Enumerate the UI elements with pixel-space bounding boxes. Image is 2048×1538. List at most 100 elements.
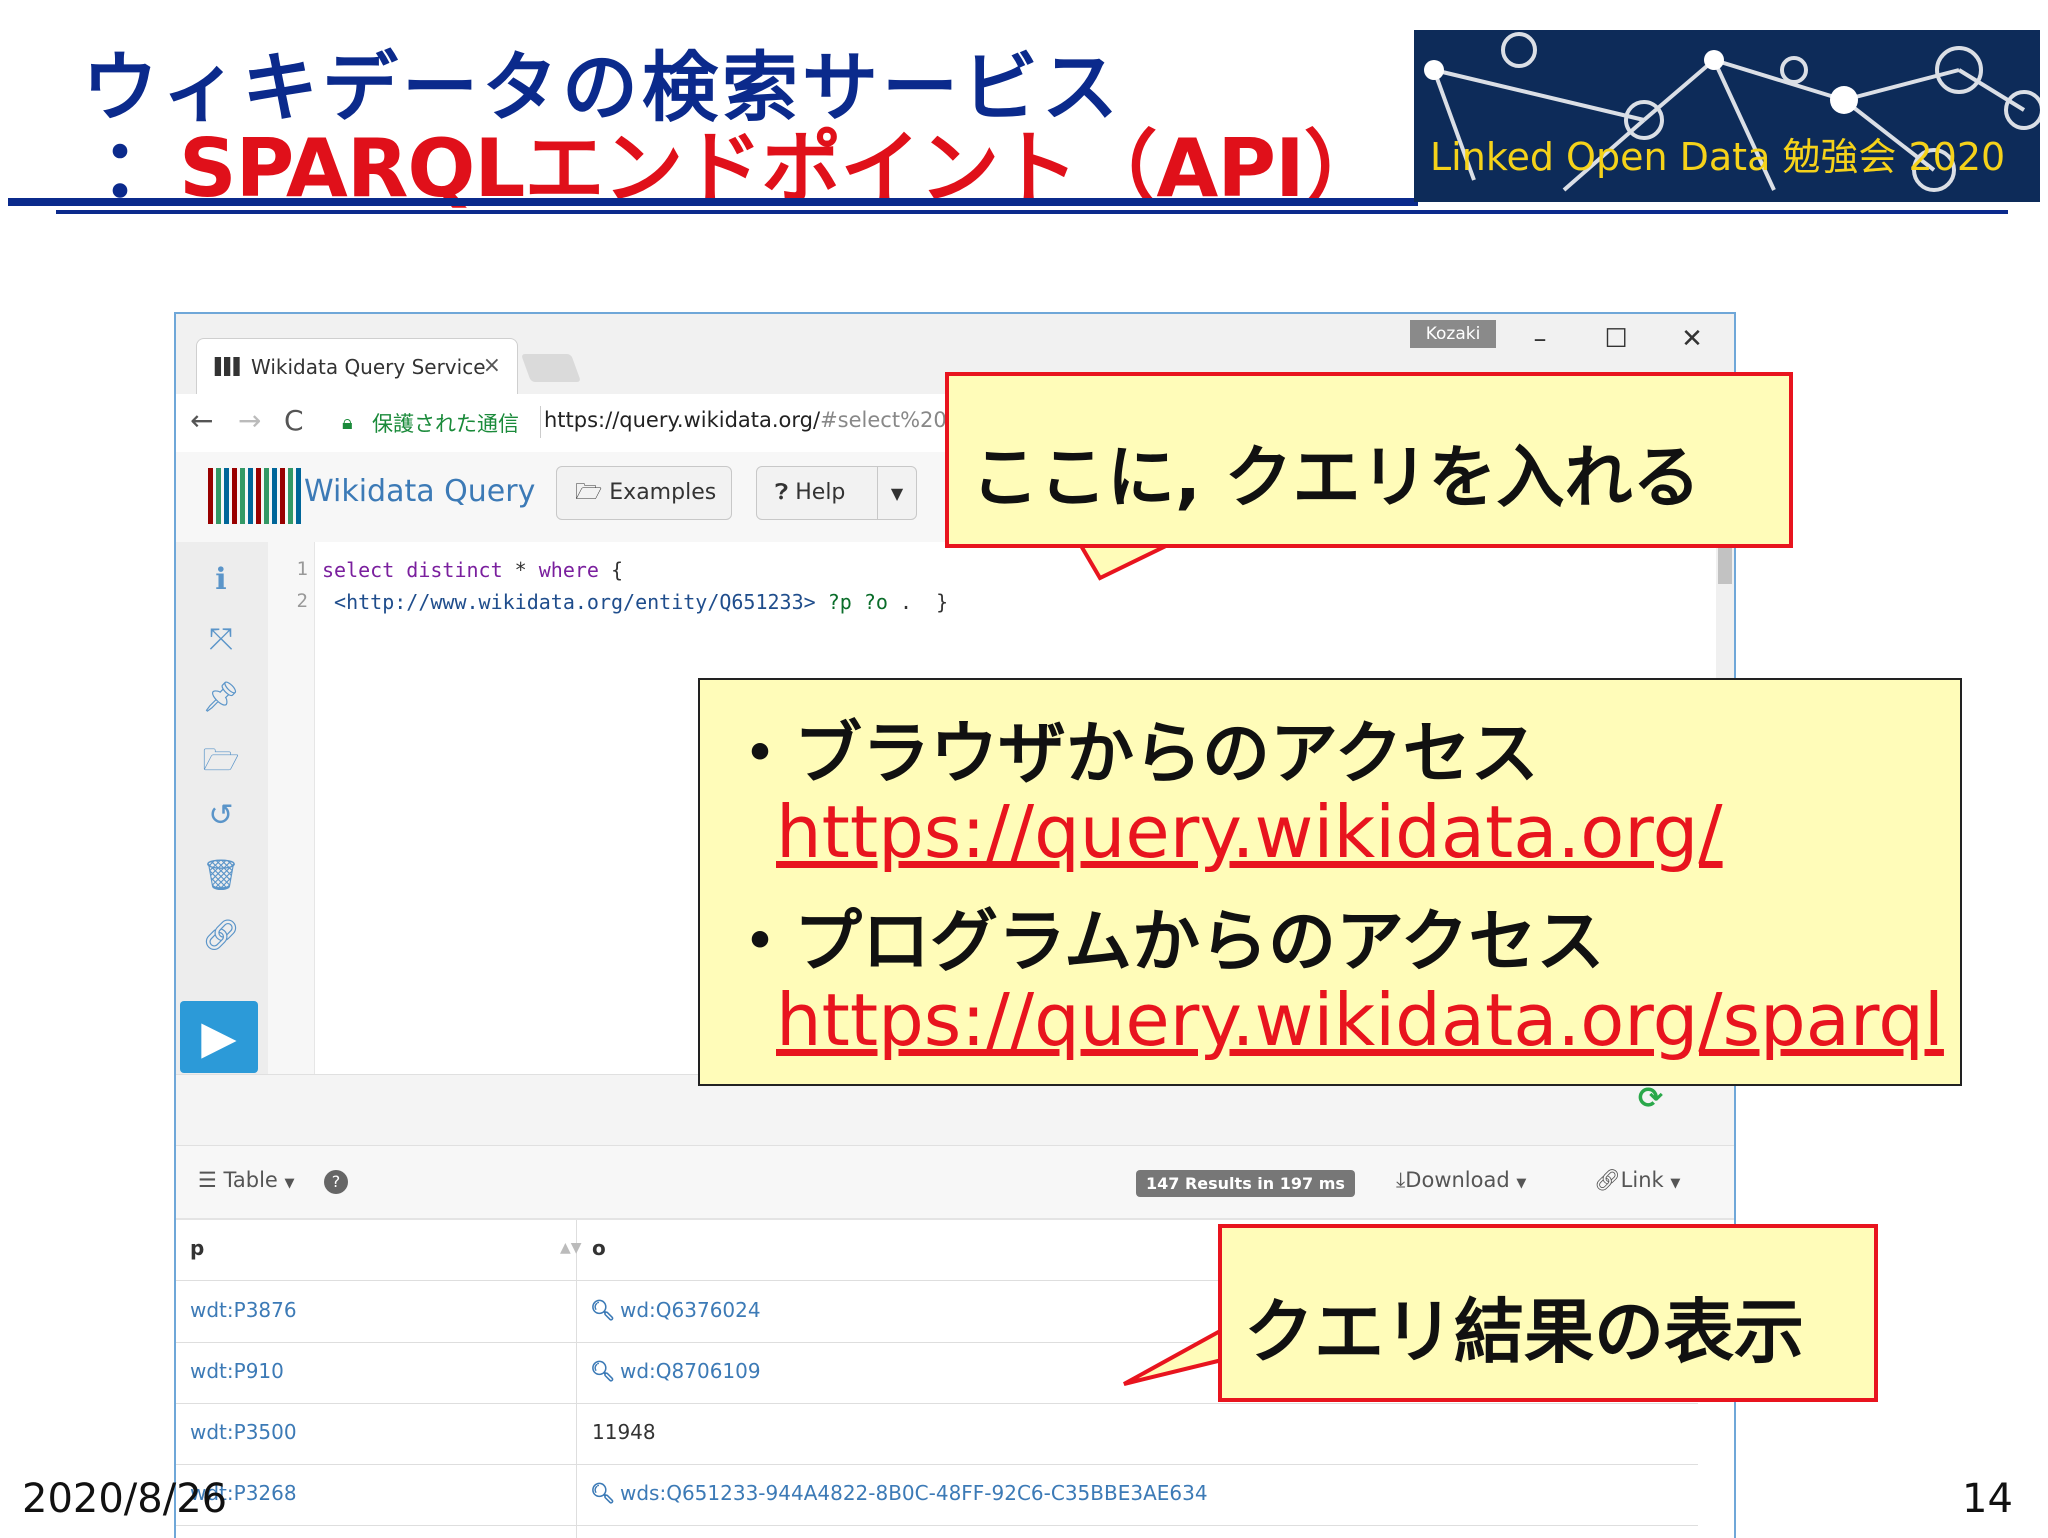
secure-connection-label[interactable]: 保護された通信 [372, 408, 519, 438]
cell-o[interactable]: wd:Q8706109 [620, 1359, 761, 1383]
keyword-select-distinct: select distinct [322, 558, 503, 582]
help-dropdown-toggle[interactable]: ▼ [877, 466, 917, 520]
cell-o[interactable]: wd:Q6376024 [620, 1298, 761, 1322]
new-tab-button[interactable] [520, 354, 582, 382]
logo-bar [256, 468, 261, 524]
sort-icon[interactable]: ▲▼ [560, 1240, 582, 1256]
examples-label: Examples [609, 480, 717, 505]
link-icon[interactable]: 🔗︎ [196, 918, 246, 953]
caret-down-icon: ▼ [284, 1176, 295, 1191]
download-dropdown[interactable]: ⤓Download ▼ [1396, 1168, 1526, 1193]
open-folder-icon[interactable]: 🗁︎ [196, 738, 246, 789]
link-dropdown[interactable]: 🔗︎Link ▼ [1594, 1168, 1680, 1193]
results-help-icon[interactable]: ? [324, 1170, 348, 1194]
logo-bar [208, 468, 213, 524]
help-button[interactable]: ❓︎ Help [756, 466, 878, 520]
cell-p[interactable]: wdt:P3500 [190, 1420, 297, 1444]
logo-bar [296, 468, 301, 524]
table-view-dropdown[interactable]: ☰ Table ▼ [198, 1168, 295, 1192]
folder-icon: 🗁︎ [575, 480, 603, 505]
logo-bar [240, 468, 245, 524]
slide-date: 2020/8/26 [22, 1476, 228, 1522]
line-number-gutter: 1 2 [268, 542, 315, 1074]
code-line-1: select distinct * where { [322, 558, 623, 582]
url-host: https://query.wikidata.org/ [544, 408, 821, 432]
column-header-o[interactable]: o [592, 1236, 606, 1260]
cell-p[interactable]: wdt:P910 [190, 1359, 284, 1383]
cell-o[interactable]: wds:Q651233-944A4822-8B0C-48FF-92C6-C35B… [620, 1481, 1208, 1505]
back-button[interactable]: ← [190, 404, 213, 437]
result-count-badge: 147 Results in 197 ms [1136, 1170, 1355, 1197]
code-brace: { [598, 558, 624, 582]
link-icon: 🔗︎ [1594, 1168, 1621, 1192]
url-field[interactable]: https://query.wikidata.org/#select%20d [544, 408, 960, 432]
info-icon[interactable]: ℹ [196, 562, 246, 597]
program-access-url[interactable]: https://query.wikidata.org/sparql [776, 978, 1944, 1062]
table-view-label: Table [223, 1168, 278, 1192]
code-iri: <http://www.wikidata.org/entity/Q651233> [322, 590, 816, 614]
close-window-button[interactable]: ✕ [1672, 324, 1712, 354]
tab-close-icon[interactable]: × [483, 353, 501, 378]
examples-button[interactable]: 🗁︎ Examples [556, 466, 732, 520]
help-label: Help [795, 480, 846, 505]
user-profile-badge[interactable]: Kozaki [1410, 320, 1496, 348]
minimize-button[interactable]: – [1520, 324, 1560, 354]
code-line-2: <http://www.wikidata.org/entity/Q651233>… [322, 590, 948, 614]
logo-bar [272, 468, 277, 524]
tab-title: Wikidata Query Service [251, 355, 486, 379]
scrollbar-thumb[interactable] [1718, 546, 1732, 584]
slide-page-number: 14 [1962, 1476, 2013, 1522]
callout-query-text: ここに, クエリを入れる [971, 439, 1701, 518]
callout-query-here: ここに, クエリを入れる [945, 372, 1793, 548]
banner-title: Linked Open Data 勉強会 2020 [1430, 135, 2006, 179]
program-access-heading: ・プログラムからのアクセス [726, 903, 1605, 982]
callout-results-display: クエリ結果の表示 [1218, 1224, 1878, 1402]
question-circle-icon: ❓︎ [775, 480, 789, 505]
run-query-button[interactable]: ▶ [180, 1001, 258, 1073]
header-rule-thin [56, 210, 2008, 214]
lock-icon: 🔒︎ [342, 410, 353, 434]
wikidata-logo-icon [208, 468, 301, 524]
expand-icon[interactable]: ⤧ [196, 622, 246, 657]
url-fragment: #select%20d [820, 408, 961, 432]
download-label: Download [1405, 1168, 1510, 1192]
access-info-box: ・ブラウザからのアクセス https://query.wikidata.org/… [698, 678, 1962, 1086]
line-number: 2 [296, 590, 308, 612]
list-icon: ☰ [198, 1168, 217, 1192]
caret-down-icon: ▼ [1516, 1176, 1527, 1191]
browser-tab[interactable]: ▌▌▌ Wikidata Query Service × [196, 338, 518, 395]
header-rule [8, 198, 1418, 206]
link-label: Link [1620, 1168, 1664, 1192]
logo-bar [248, 468, 253, 524]
column-header-p[interactable]: p [190, 1236, 204, 1260]
maximize-button[interactable]: ☐ [1596, 324, 1636, 354]
history-icon[interactable]: ↺ [196, 798, 246, 833]
app-logo-text[interactable]: Wikidata Query [304, 474, 535, 509]
explore-search-icon[interactable]: 🔍︎ [590, 1481, 615, 1505]
logo-bar [264, 468, 269, 524]
reload-button[interactable]: C [284, 404, 304, 437]
editor-sidebar: ℹ ⤧ 📌︎ 🗁︎ ↺ 🗑︎ 🔗︎ [176, 542, 268, 1074]
download-icon: ⤓ [1396, 1168, 1406, 1192]
caret-down-icon: ▼ [1670, 1176, 1681, 1191]
keyword-where: where [538, 558, 599, 582]
explore-search-icon[interactable]: 🔍︎ [590, 1359, 615, 1383]
url-separator [540, 406, 541, 438]
caret-down-icon: ▼ [890, 484, 904, 503]
forward-button[interactable]: → [238, 404, 261, 437]
browser-access-url[interactable]: https://query.wikidata.org/ [776, 790, 1723, 874]
browser-access-heading: ・ブラウザからのアクセス [726, 715, 1539, 794]
callout-results-text: クエリ結果の表示 [1244, 1291, 1804, 1373]
wikidata-favicon-icon: ▌▌▌ [215, 357, 246, 376]
logo-bar [224, 468, 229, 524]
pin-icon[interactable]: 📌︎ [196, 680, 246, 715]
trash-icon[interactable]: 🗑︎ [196, 858, 246, 893]
logo-bar [216, 468, 221, 524]
line-number: 1 [296, 558, 308, 580]
code-star: * [502, 558, 539, 582]
cell-o: 11948 [592, 1420, 656, 1444]
refresh-icon[interactable]: ⟳ [1638, 1081, 1663, 1116]
cell-p[interactable]: wdt:P3876 [190, 1298, 297, 1322]
explore-search-icon[interactable]: 🔍︎ [590, 1298, 615, 1322]
logo-bar [280, 468, 285, 524]
